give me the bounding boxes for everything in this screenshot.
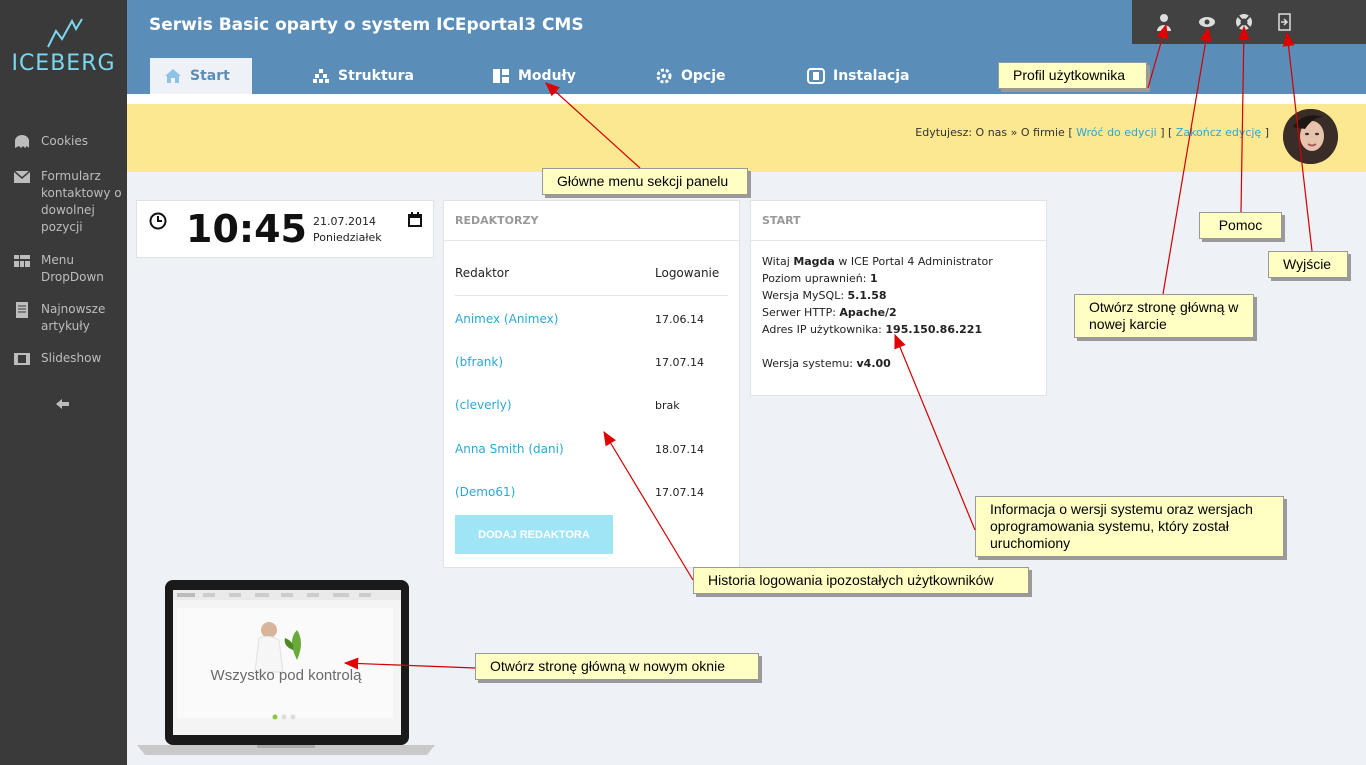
col-editor-header: Redaktor [455, 266, 510, 280]
editors-panel: REDAKTORZY Redaktor Logowanie Animex (An… [443, 200, 740, 568]
film-icon [14, 353, 30, 365]
open-tab-icon[interactable] [1197, 12, 1217, 32]
editor-last-login: 17.06.14 [655, 313, 704, 326]
tab-moduly[interactable]: Moduły [492, 58, 576, 94]
callout-login-history: Historia logowania ipozostałych użytkown… [693, 567, 1029, 594]
editor-last-login: 17.07.14 [655, 356, 704, 369]
clock-icon [149, 212, 167, 230]
callout-help: Pomoc [1199, 212, 1282, 239]
callout-profile: Profil użytkownika [998, 62, 1147, 89]
level-label: Poziom uprawnień: [762, 272, 867, 285]
site-preview-laptop[interactable]: Wszystko pod kontrolą [137, 580, 435, 755]
callout-main-menu: Główne menu sekcji panelu [542, 168, 748, 195]
editor-link[interactable]: (cleverly) [455, 398, 512, 412]
tab-label: Start [190, 68, 230, 84]
welcome-text: Witaj [762, 255, 790, 268]
sidebar: ICEBERG Cookies Formularz kontaktowy o d… [0, 0, 127, 765]
clock-widget: 10:45 21.07.2014 Poniedziałek [136, 200, 434, 258]
callout-open-tab: Otwórz stronę główną w nowej karcie [1074, 294, 1254, 338]
avatar-portrait [1283, 109, 1338, 164]
sidebar-item-contact-form[interactable]: Formularz kontaktowy o dowolnej pozycji [13, 168, 123, 236]
ip-value: 195.150.86.221 [885, 323, 983, 336]
callout-version-info: Informacja o wersji systemu oraz wersjac… [975, 496, 1284, 557]
sidebar-item-label: Cookies [41, 134, 88, 148]
modules-icon [493, 69, 509, 83]
tab-label: Instalacja [833, 68, 910, 84]
document-icon [16, 302, 28, 318]
callout-open-window: Otwórz stronę główną w nowym oknie [475, 653, 759, 680]
edit-separator: ] [ [1160, 126, 1173, 139]
app-title: Serwis Basic oparty o system ICEportal3 … [149, 15, 584, 35]
tab-label: Moduły [518, 68, 576, 84]
user-profile-icon[interactable] [1154, 12, 1174, 32]
version-label: Wersja systemu: [762, 357, 853, 370]
start-info-panel: START Witaj Magda w ICE Portal 4 Adminis… [750, 200, 1047, 396]
mysql-value: 5.1.58 [847, 289, 887, 302]
sidebar-item-label: Formularz kontaktowy o dowolnej pozycji [41, 169, 122, 234]
version-value: v4.00 [856, 357, 891, 370]
tab-label: Struktura [338, 68, 414, 84]
http-value: Apache/2 [839, 306, 897, 319]
screen: ICEBERG Cookies Formularz kontaktowy o d… [0, 0, 1366, 765]
editor-link[interactable]: Anna Smith (dani) [455, 442, 564, 456]
tab-start[interactable]: Start [150, 58, 252, 94]
edit-prefix: Edytujesz: O nas » O firmie [ [915, 126, 1073, 139]
header-divider [455, 295, 728, 296]
sidebar-item-label: Slideshow [41, 351, 102, 365]
envelope-icon [13, 170, 31, 183]
preview-slogan: Wszystko pod kontrolą [210, 667, 362, 684]
logo-text: ICEBERG [11, 51, 116, 76]
sidebar-item-label: Najnowsze artykuły [41, 302, 106, 333]
tab-struktura[interactable]: Struktura [312, 58, 414, 94]
menu-grid-icon [14, 255, 30, 267]
callout-exit: Wyjście [1268, 251, 1348, 278]
avatar[interactable] [1283, 109, 1338, 164]
tab-label: Opcje [681, 68, 726, 84]
logo[interactable]: ICEBERG [0, 15, 127, 76]
sidebar-item-cookies[interactable]: Cookies [13, 133, 123, 150]
editor-link[interactable]: (Demo61) [455, 485, 515, 499]
start-title: START [751, 201, 1046, 241]
editor-link[interactable]: (bfrank) [455, 355, 503, 369]
install-icon [807, 68, 825, 84]
col-login-header: Logowanie [655, 266, 720, 280]
tab-instalacja[interactable]: Instalacja [807, 58, 909, 94]
editors-title: REDAKTORZY [444, 201, 739, 241]
user-name: Magda [793, 255, 835, 268]
back-to-edit-link[interactable]: Wróć do edycji [1076, 126, 1157, 139]
home-icon [165, 69, 181, 83]
calendar-icon[interactable] [407, 212, 423, 228]
editor-link[interactable]: Animex (Animex) [455, 312, 558, 326]
edit-breadcrumb: Edytujesz: O nas » O firmie [ Wróć do ed… [915, 126, 1269, 139]
sidebar-item-menu-dropdown[interactable]: Menu DropDown [13, 252, 123, 286]
ip-label: Adres IP użytkownika: [762, 323, 882, 336]
date-value: 21.07.2014 [313, 215, 376, 228]
gear-icon [656, 68, 672, 84]
clock-date: 21.07.2014 Poniedziałek [313, 214, 382, 246]
http-label: Serwer HTTP: [762, 306, 836, 319]
editor-last-login: 18.07.14 [655, 443, 704, 456]
clock-time: 10:45 [186, 207, 307, 251]
utility-bar [1132, 0, 1366, 44]
logo-mark-icon [46, 18, 83, 48]
edit-suffix: ] [1264, 126, 1269, 139]
collapse-arrow-icon[interactable] [55, 397, 71, 411]
level-value: 1 [869, 272, 878, 285]
add-editor-button[interactable]: DODAJ REDAKTORA [455, 515, 613, 554]
mysql-label: Wersja MySQL: [762, 289, 845, 302]
sidebar-item-slideshow[interactable]: Slideshow [13, 350, 123, 367]
help-lifebuoy-icon[interactable] [1234, 12, 1254, 32]
editor-last-login: brak [655, 399, 680, 412]
logout-exit-icon[interactable] [1275, 12, 1295, 32]
weekday-value: Poniedziałek [313, 231, 382, 244]
tab-opcje[interactable]: Opcje [655, 58, 726, 94]
sidebar-item-label: Menu DropDown [41, 253, 104, 284]
welcome-suffix: w ICE Portal 4 Administrator [838, 255, 993, 268]
sidebar-item-latest-articles[interactable]: Najnowsze artykuły [13, 301, 123, 335]
system-info: Witaj Magda w ICE Portal 4 Administrator… [762, 253, 993, 372]
editor-last-login: 17.07.14 [655, 486, 704, 499]
sitemap-icon [313, 69, 329, 83]
end-edit-link[interactable]: Zakończ edycję [1176, 126, 1261, 139]
cookie-icon [15, 135, 29, 148]
